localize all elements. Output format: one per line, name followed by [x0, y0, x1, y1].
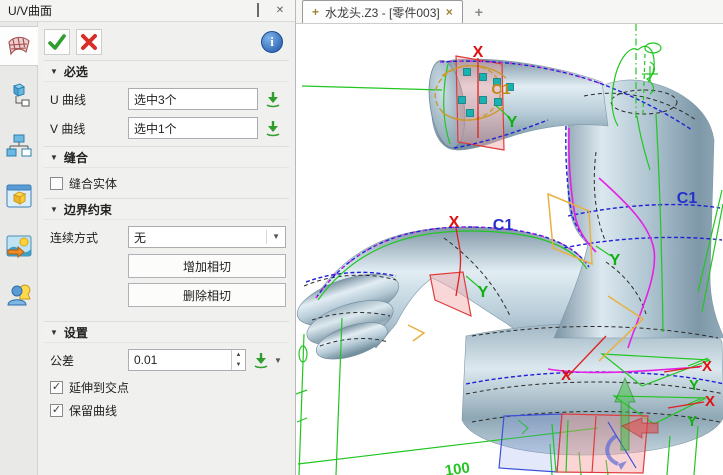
uv-surface-panel: U/V曲面 ✕ [0, 0, 296, 475]
y-axis-label: Y [478, 284, 489, 301]
faucet-model-canvas: X C1 Y X C1 Y Y C1 X X Y X Y 100 [296, 24, 723, 475]
dimension-text: 100 [444, 459, 471, 475]
c1-label-gold: C1 [491, 81, 510, 98]
tolerance-spinner[interactable]: ▲▼ [231, 350, 245, 370]
section-settings[interactable]: ▼ 设置 [44, 321, 289, 343]
remove-tangent-button[interactable]: 删除相切 [128, 283, 286, 307]
v-curves-value: 选中1个 [134, 120, 177, 137]
image-icon [6, 234, 32, 258]
x-axis-label: X [702, 358, 712, 375]
collapse-triangle-icon: ▼ [50, 153, 58, 162]
section-settings-title: 设置 [64, 324, 88, 341]
y-axis-label: Y [687, 413, 697, 430]
tab-title: 水龙头.Z3 - [零件003] [325, 4, 440, 21]
v-curves-input[interactable]: 选中1个 [128, 117, 258, 139]
keep-curves-label: 保留曲线 [69, 402, 117, 419]
collapse-triangle-icon: ▼ [50, 67, 58, 76]
tolerance-input[interactable]: 0.01 ▲▼ [128, 349, 246, 371]
section-boundary-title: 边界约束 [64, 201, 112, 218]
sew-entity-checkbox[interactable] [50, 177, 63, 190]
x-axis-label: X [561, 367, 571, 384]
3d-viewport[interactable]: X C1 Y X C1 Y Y C1 X X Y X Y 100 [296, 24, 723, 475]
y-axis-label: Y [610, 252, 621, 269]
sidebar-item-visual-manager[interactable] [0, 176, 38, 216]
add-tangent-button[interactable]: 增加相切 [128, 254, 286, 278]
keep-curves-row: ✓ 保留曲线 [50, 402, 289, 418]
y-axis-label: Y [689, 377, 699, 394]
user-icon [6, 283, 32, 309]
cross-icon [80, 33, 98, 51]
u-curves-input[interactable]: 选中3个 [128, 88, 258, 110]
float-panel-icon[interactable] [251, 5, 265, 17]
sidebar-item-role[interactable] [0, 276, 38, 316]
u-curves-value: 选中3个 [134, 91, 177, 108]
ok-button[interactable] [44, 29, 70, 55]
tolerance-value: 0.01 [134, 353, 157, 367]
section-required-title: 必选 [64, 63, 88, 80]
remove-tangent-label: 删除相切 [183, 287, 231, 304]
uv-surface-form: i ▼ 必选 U 曲线 选中3个 V 曲线 选中1个 ▼ [38, 22, 295, 475]
sidebar-item-history-manager[interactable] [0, 126, 38, 166]
add-tangent-label: 增加相切 [183, 258, 231, 275]
section-required[interactable]: ▼ 必选 [44, 60, 289, 82]
x-axis-label: X [473, 44, 484, 61]
new-tab-button[interactable]: + [475, 4, 483, 23]
check-icon [47, 32, 67, 52]
continuity-select[interactable]: 无 ▼ [128, 226, 286, 248]
keep-curves-checkbox[interactable]: ✓ [50, 404, 63, 417]
close-panel-icon[interactable]: ✕ [273, 5, 287, 17]
sidebar-item-solid-manager[interactable] [0, 76, 38, 116]
continuity-value: 无 [134, 229, 146, 246]
extend-checkbox[interactable]: ✓ [50, 381, 63, 394]
extend-label: 延伸到交点 [69, 379, 129, 396]
section-sew-title: 缝合 [64, 149, 88, 166]
hierarchy-icon [6, 134, 32, 158]
u-pick-arrow-icon[interactable] [264, 90, 282, 108]
u-curves-label: U 曲线 [50, 91, 128, 108]
section-sew[interactable]: ▼ 缝合 [44, 146, 289, 168]
collapse-triangle-icon: ▼ [50, 205, 58, 214]
continuity-label: 连续方式 [50, 229, 128, 246]
info-button[interactable]: i [261, 31, 283, 53]
extend-row: ✓ 延伸到交点 [50, 379, 289, 395]
sidebar-item-uv-surface[interactable] [0, 26, 38, 66]
cube-window-icon [6, 184, 32, 208]
c1-label-blue: C1 [677, 190, 698, 207]
x-axis-label: X [449, 214, 460, 231]
sew-entity-row: 缝合实体 [50, 175, 289, 191]
tab-plus-icon: + [312, 5, 319, 19]
x-axis-label: X [705, 393, 715, 410]
manager-icon-strip [0, 22, 38, 475]
panel-title: U/V曲面 [8, 2, 243, 19]
y-axis-label: Y [507, 114, 518, 131]
chevron-down-icon: ▼ [266, 230, 280, 244]
v-pick-arrow-icon[interactable] [264, 119, 282, 137]
uv-surface-icon [6, 34, 32, 58]
tab-close-icon[interactable]: × [446, 5, 453, 19]
chevron-down-icon[interactable]: ▼ [274, 356, 282, 365]
sew-entity-label: 缝合实体 [69, 175, 117, 192]
tab-faucet-part[interactable]: + 水龙头.Z3 - [零件003] × [302, 0, 463, 23]
collapse-triangle-icon: ▼ [50, 328, 58, 337]
cancel-button[interactable] [76, 29, 102, 55]
sidebar-item-render[interactable] [0, 226, 38, 266]
panel-titlebar: U/V曲面 ✕ [0, 0, 295, 22]
tolerance-pick-arrow-icon[interactable] [252, 351, 270, 369]
section-boundary[interactable]: ▼ 边界约束 [44, 198, 289, 220]
v-curves-label: V 曲线 [50, 120, 128, 137]
solid-tree-icon [7, 83, 31, 109]
c1-label-blue: C1 [493, 217, 514, 234]
bottom-plane-blue [499, 414, 562, 472]
tolerance-label: 公差 [50, 352, 128, 369]
zw3d-window: U/V曲面 ✕ [0, 0, 723, 475]
document-tabbar: + 水龙头.Z3 - [零件003] × + [296, 0, 723, 24]
